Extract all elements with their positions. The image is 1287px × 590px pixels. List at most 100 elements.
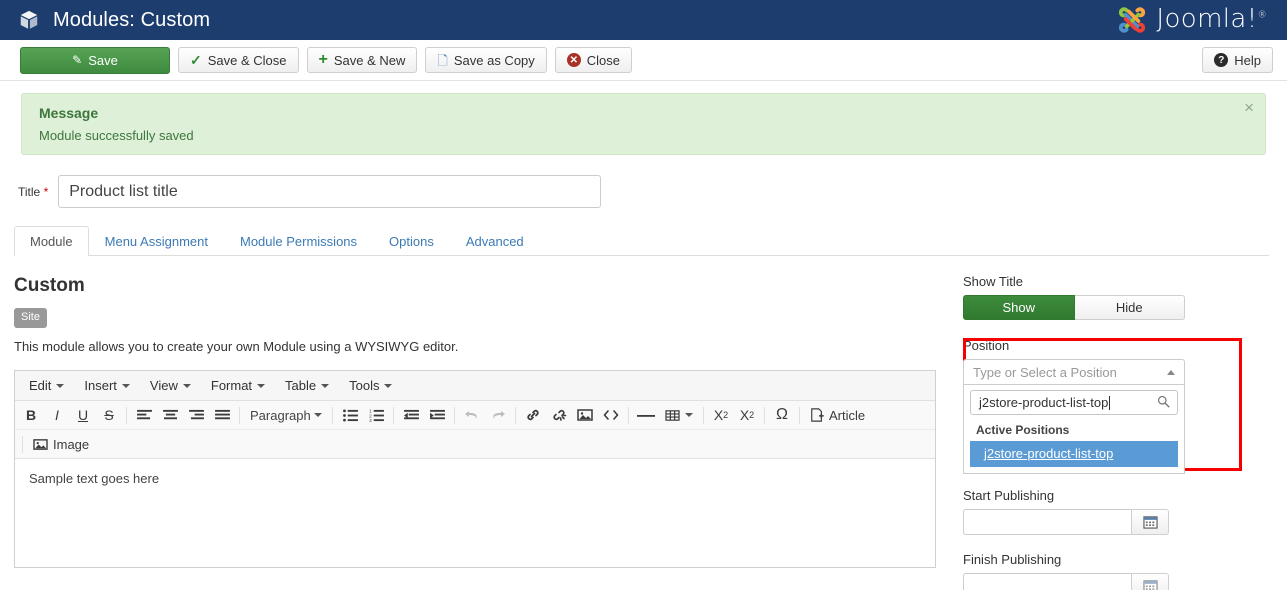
strikethrough-icon[interactable]: S xyxy=(96,403,122,427)
numbered-list-icon[interactable]: 123 xyxy=(363,403,389,427)
toolbar-divider xyxy=(126,406,127,424)
module-main-column: Custom Site This module allows you to cr… xyxy=(0,256,950,568)
chevron-down-icon xyxy=(314,413,322,417)
italic-icon[interactable]: I xyxy=(44,403,70,427)
chevron-down-icon xyxy=(121,383,130,388)
editor-toolbar-row-2: Image xyxy=(15,430,935,459)
close-button[interactable]: ✕ Close xyxy=(554,47,633,73)
toolbar-divider xyxy=(703,406,704,424)
underline-icon[interactable]: U xyxy=(70,403,96,427)
position-search-field[interactable]: j2store-product-list-top xyxy=(970,390,1178,415)
question-mark-icon: ? xyxy=(1214,53,1229,67)
save-and-new-button[interactable]: + Save & New xyxy=(306,47,418,73)
align-right-icon[interactable] xyxy=(183,403,209,427)
bold-icon[interactable]: B xyxy=(18,403,44,427)
title-input[interactable] xyxy=(58,175,602,208)
align-left-icon[interactable] xyxy=(131,403,157,427)
save-button[interactable]: ✎ Save xyxy=(20,46,170,74)
table-icon[interactable] xyxy=(659,403,699,427)
tab-module-permissions[interactable]: Module Permissions xyxy=(224,226,373,256)
toolbar-divider xyxy=(239,406,240,424)
toolbar-divider xyxy=(454,406,455,424)
position-dropdown-panel: j2store-product-list-top Active Position… xyxy=(963,385,1185,474)
message-text: Module successfully saved xyxy=(39,128,194,143)
undo-icon[interactable] xyxy=(459,403,485,427)
chevron-down-icon xyxy=(257,383,266,388)
save-button-label: Save xyxy=(88,52,118,68)
show-title-label: Show Title xyxy=(963,274,1023,289)
start-publishing-row xyxy=(963,509,1287,535)
insert-article-button[interactable]: Article xyxy=(804,403,871,427)
start-publishing-input[interactable] xyxy=(963,509,1131,535)
wysiwyg-editor: Edit Insert View Format Table Tools B I … xyxy=(14,370,936,568)
module-tabs: Module Menu Assignment Module Permission… xyxy=(14,225,1269,256)
editor-menu-format[interactable]: Format xyxy=(201,374,275,397)
editor-menu-tools[interactable]: Tools xyxy=(339,374,402,397)
insert-article-label: Article xyxy=(829,407,866,423)
text-cursor xyxy=(1109,395,1111,410)
action-toolbar: ✎ Save ✓ Save & Close + Save & New 🗋 Sav… xyxy=(0,40,1287,81)
cube-icon xyxy=(18,9,40,31)
redo-icon[interactable] xyxy=(485,403,511,427)
indent-icon[interactable] xyxy=(424,403,450,427)
outdent-icon[interactable] xyxy=(398,403,424,427)
module-type-heading: Custom xyxy=(14,275,85,296)
save-and-new-label: Save & New xyxy=(333,52,406,68)
editor-menu-insert[interactable]: Insert xyxy=(74,374,140,397)
format-select[interactable]: Paragraph xyxy=(244,403,328,427)
finish-publishing-label: Finish Publishing xyxy=(963,552,1062,567)
subscript-icon[interactable]: X2 xyxy=(708,403,734,427)
editor-menu-table[interactable]: Table xyxy=(275,374,339,397)
tab-advanced[interactable]: Advanced xyxy=(450,226,540,256)
chevron-down-icon xyxy=(321,383,330,388)
show-title-hide-option[interactable]: Hide xyxy=(1074,295,1185,320)
horizontal-rule-icon[interactable] xyxy=(633,403,659,427)
title-field-row: Title * xyxy=(18,175,1287,208)
calendar-icon xyxy=(1142,516,1158,529)
image-icon[interactable] xyxy=(572,403,598,427)
chevron-down-icon xyxy=(56,383,65,388)
success-message: Message Module successfully saved × xyxy=(21,93,1266,155)
link-icon[interactable] xyxy=(520,403,546,427)
joomla-wordmark: Joomla!® xyxy=(1156,4,1267,34)
special-character-icon[interactable]: Ω xyxy=(769,403,795,427)
tab-options[interactable]: Options xyxy=(373,226,450,256)
toolbar-divider xyxy=(393,406,394,424)
scope-badge: Site xyxy=(14,308,47,328)
insert-image-button[interactable]: Image xyxy=(27,432,95,456)
calendar-icon xyxy=(1142,580,1158,590)
finish-publishing-calendar-button[interactable] xyxy=(1131,573,1169,590)
align-justify-icon[interactable] xyxy=(209,403,235,427)
superscript-icon[interactable]: X2 xyxy=(734,403,760,427)
svg-text:3: 3 xyxy=(369,418,372,422)
help-button[interactable]: ? Help xyxy=(1202,47,1273,73)
position-display-field[interactable]: Type or Select a Position xyxy=(963,359,1185,385)
editor-content-area[interactable]: Sample text goes here xyxy=(15,459,935,567)
finish-publishing-input[interactable] xyxy=(963,573,1131,590)
pencil-icon: ✎ xyxy=(72,53,83,67)
check-icon: ✓ xyxy=(190,52,202,68)
save-and-close-button[interactable]: ✓ Save & Close xyxy=(178,47,299,73)
unlink-icon[interactable] xyxy=(546,403,572,427)
required-mark: * xyxy=(43,184,49,199)
align-center-icon[interactable] xyxy=(157,403,183,427)
toolbar-help-group: ? Help xyxy=(1202,47,1273,73)
position-option-j2store-product-list-top[interactable]: j2store-product-list-top xyxy=(970,441,1178,467)
chevron-up-icon xyxy=(1167,369,1175,375)
app-header-left: Modules: Custom xyxy=(18,9,210,32)
position-search-value: j2store-product-list-top xyxy=(979,395,1109,410)
editor-menu-view[interactable]: View xyxy=(140,374,201,397)
bullet-list-icon[interactable] xyxy=(337,403,363,427)
tab-menu-assignment[interactable]: Menu Assignment xyxy=(89,226,224,256)
start-publishing-label: Start Publishing xyxy=(963,488,1055,503)
start-publishing-calendar-button[interactable] xyxy=(1131,509,1169,535)
position-placeholder: Type or Select a Position xyxy=(973,364,1117,380)
editor-menu-edit[interactable]: Edit xyxy=(19,374,74,397)
show-title-show-option[interactable]: Show xyxy=(963,295,1075,320)
tab-module[interactable]: Module xyxy=(14,226,89,256)
position-group: Position Type or Select a Position j2sto… xyxy=(963,338,1287,474)
source-code-icon[interactable] xyxy=(598,403,624,427)
insert-image-label: Image xyxy=(53,436,90,452)
dismiss-message-button[interactable]: × xyxy=(1244,99,1254,116)
save-as-copy-button[interactable]: 🗋 Save as Copy xyxy=(425,47,547,73)
